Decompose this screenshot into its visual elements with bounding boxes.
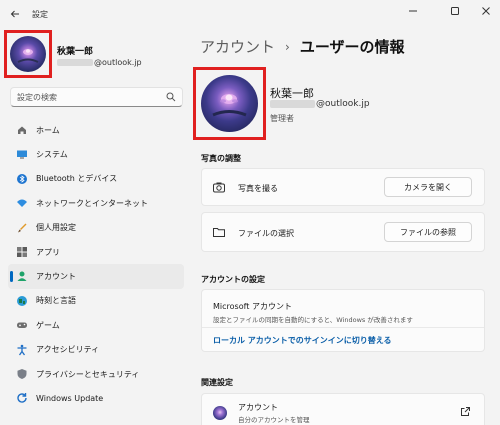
globe-icon xyxy=(16,295,28,307)
sidebar-item-personalization[interactable]: 個人用設定 xyxy=(8,216,184,240)
breadcrumb-separator: › xyxy=(285,39,290,54)
bluetooth-icon xyxy=(16,173,28,185)
section-title-account: アカウントの設定 xyxy=(201,275,265,284)
sidebar-avatar[interactable] xyxy=(10,36,46,72)
open-camera-button[interactable]: カメラを開く xyxy=(384,177,472,197)
maximize-button[interactable] xyxy=(446,4,464,18)
gamepad-icon xyxy=(16,319,28,331)
sidebar-item-label: プライバシーとセキュリティ xyxy=(36,369,140,379)
page-title: ユーザーの情報 xyxy=(299,38,405,56)
divider xyxy=(202,327,484,328)
search-icon xyxy=(166,92,176,102)
sidebar-item-label: Windows Update xyxy=(36,393,104,403)
sidebar-user-email: @outlook.jp xyxy=(57,58,142,67)
folder-icon xyxy=(213,227,225,237)
profile-avatar xyxy=(201,75,258,132)
open-external-icon xyxy=(461,407,470,416)
close-icon xyxy=(482,7,490,15)
sidebar-item-label: 個人用設定 xyxy=(36,223,76,233)
choose-file-label: ファイルの選択 xyxy=(238,229,294,238)
redacted-block xyxy=(270,99,315,108)
shield-icon xyxy=(16,368,28,380)
microsoft-account-card: Microsoft アカウント 設定とファイルの同期を自動的にすると、Windo… xyxy=(201,289,485,352)
sidebar-item-apps[interactable]: アプリ xyxy=(8,240,184,264)
sidebar-item-privacy[interactable]: プライバシーとセキュリティ xyxy=(8,362,184,386)
profile-email: @outlook.jp xyxy=(270,99,370,109)
window-title: 設定 xyxy=(32,10,48,19)
title-bar: 設定 xyxy=(0,0,500,28)
related-item-subtitle: 自分のアカウントを管理 xyxy=(238,416,310,424)
sidebar-item-label: アプリ xyxy=(36,247,60,257)
search-input[interactable]: 設定の検索 xyxy=(10,87,183,107)
breadcrumb: アカウント › ユーザーの情報 xyxy=(200,36,405,57)
minimize-icon xyxy=(409,10,417,12)
wifi-icon xyxy=(16,197,28,209)
profile-role: 管理者 xyxy=(270,114,294,123)
person-icon xyxy=(16,270,28,282)
lotus-image xyxy=(212,94,247,117)
sidebar-item-label: システム xyxy=(36,150,68,160)
sidebar-item-accessibility[interactable]: アクセシビリティ xyxy=(8,338,184,362)
sidebar-item-label: アカウント xyxy=(36,272,76,282)
sidebar-item-gaming[interactable]: ゲーム xyxy=(8,313,184,337)
related-item-title: アカウント xyxy=(238,403,278,412)
sidebar-item-system[interactable]: システム xyxy=(8,142,184,166)
sidebar-item-windows-update[interactable]: Windows Update xyxy=(8,386,184,410)
sidebar-item-label: アクセシビリティ xyxy=(36,345,100,355)
sidebar-item-label: Bluetooth とデバイス xyxy=(36,174,118,184)
sidebar-item-label: 時刻と言語 xyxy=(36,296,76,306)
ms-account-description: 設定とファイルの同期を自動的にすると、Windows が改善されます xyxy=(213,316,413,324)
take-photo-card: 写真を撮る カメラを開く xyxy=(201,168,485,206)
apps-icon xyxy=(16,246,28,258)
search-placeholder: 設定の検索 xyxy=(17,92,57,102)
browse-files-button[interactable]: ファイルの参照 xyxy=(384,222,472,242)
section-title-photo: 写真の調整 xyxy=(201,154,241,163)
sidebar-item-label: ゲーム xyxy=(36,320,60,330)
sidebar-item-bluetooth[interactable]: Bluetooth とデバイス xyxy=(8,167,184,191)
accessibility-icon xyxy=(16,344,28,356)
ms-account-title: Microsoft アカウント xyxy=(213,302,292,311)
close-button[interactable] xyxy=(477,4,495,18)
monitor-icon xyxy=(16,148,28,160)
brush-icon xyxy=(16,222,28,234)
take-photo-label: 写真を撮る xyxy=(238,184,278,193)
choose-file-card: ファイルの選択 ファイルの参照 xyxy=(201,212,485,252)
minimize-button[interactable] xyxy=(404,4,422,18)
breadcrumb-parent[interactable]: アカウント xyxy=(200,36,275,57)
related-account-item[interactable]: アカウント 自分のアカウントを管理 xyxy=(201,393,485,425)
home-icon xyxy=(16,124,28,136)
sidebar-user-name: 秋葉一郎 xyxy=(57,47,94,57)
sidebar-item-label: ネットワークとインターネット xyxy=(36,198,148,208)
sidebar-item-home[interactable]: ホーム xyxy=(8,118,184,142)
camera-icon xyxy=(213,182,225,193)
switch-local-account-link[interactable]: ローカル アカウントでのサインインに切り替える xyxy=(213,335,392,346)
maximize-icon xyxy=(451,7,459,15)
sidebar-item-label: ホーム xyxy=(36,125,60,135)
sidebar-item-accounts[interactable]: アカウント xyxy=(8,264,184,289)
update-icon xyxy=(16,392,28,404)
section-title-related: 関連設定 xyxy=(201,378,233,387)
account-avatar-icon xyxy=(213,406,227,420)
redacted-block xyxy=(57,59,93,66)
sidebar-item-time-language[interactable]: 時刻と言語 xyxy=(8,289,184,313)
lotus-image xyxy=(17,49,39,63)
sidebar-item-network[interactable]: ネットワークとインターネット xyxy=(8,191,184,215)
sidebar-nav: ホーム システム Bluetooth とデバイス ネットワークとインターネット … xyxy=(8,118,184,411)
back-arrow-icon xyxy=(10,10,19,18)
back-button[interactable] xyxy=(6,6,24,22)
